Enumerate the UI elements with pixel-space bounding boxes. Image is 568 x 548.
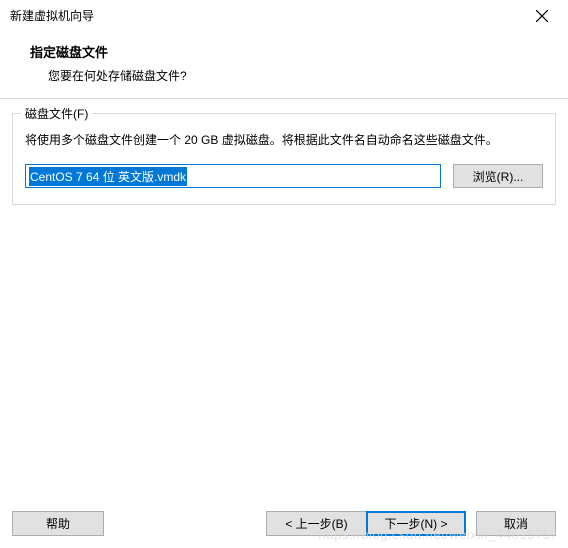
help-button[interactable]: 帮助 — [12, 511, 104, 536]
disk-file-fieldset: 磁盘文件(F) 将使用多个磁盘文件创建一个 20 GB 虚拟磁盘。将根据此文件名… — [12, 113, 556, 205]
close-icon — [536, 10, 548, 22]
wizard-header: 指定磁盘文件 您要在何处存储磁盘文件? — [0, 32, 568, 99]
disk-file-input-value: CentOS 7 64 位 英文版.vmdk — [29, 167, 187, 186]
cancel-button[interactable]: 取消 — [476, 511, 556, 536]
disk-file-input[interactable]: CentOS 7 64 位 英文版.vmdk — [25, 164, 441, 188]
browse-button[interactable]: 浏览(R)... — [453, 164, 543, 188]
window-title: 新建虚拟机向导 — [10, 7, 94, 24]
page-title: 指定磁盘文件 — [30, 42, 568, 61]
file-row: CentOS 7 64 位 英文版.vmdk 浏览(R)... — [25, 164, 543, 188]
titlebar: 新建虚拟机向导 — [0, 0, 568, 32]
close-button[interactable] — [530, 4, 554, 28]
fieldset-legend: 磁盘文件(F) — [21, 105, 92, 122]
page-subtitle: 您要在何处存储磁盘文件? — [30, 67, 568, 84]
back-button[interactable]: < 上一步(B) — [266, 511, 366, 536]
nav-button-group: < 上一步(B) 下一步(N) > — [266, 511, 466, 536]
content-area: 磁盘文件(F) 将使用多个磁盘文件创建一个 20 GB 虚拟磁盘。将根据此文件名… — [0, 99, 568, 219]
wizard-footer: 帮助 < 上一步(B) 下一步(N) > 取消 — [0, 511, 568, 536]
fieldset-description: 将使用多个磁盘文件创建一个 20 GB 虚拟磁盘。将根据此文件名自动命名这些磁盘… — [25, 130, 543, 150]
next-button[interactable]: 下一步(N) > — [366, 511, 466, 536]
